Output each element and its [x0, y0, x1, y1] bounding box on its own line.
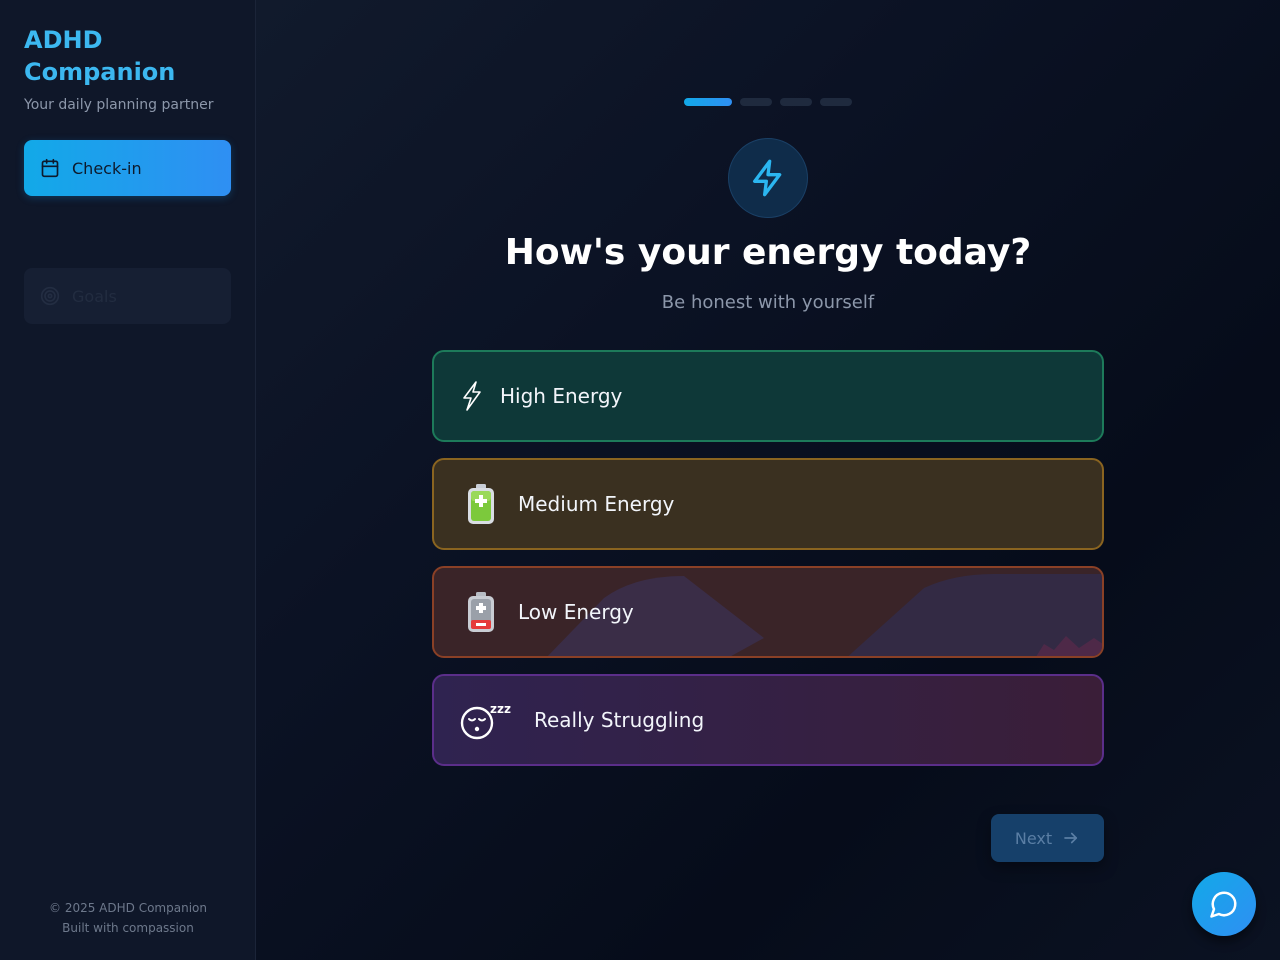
- main-panel: How's your energy today? Be honest with …: [256, 0, 1280, 960]
- calendar-icon: [40, 158, 60, 178]
- step-progress: [684, 98, 852, 106]
- next-button-label: Next: [1014, 828, 1053, 848]
- battery-low-icon: [466, 591, 496, 633]
- energy-option-low[interactable]: Low Energy: [432, 566, 1104, 658]
- sidebar: ADHD Companion Your daily planning partn…: [0, 0, 256, 960]
- progress-step: [780, 98, 812, 106]
- energy-option-label: Medium Energy: [518, 492, 675, 516]
- footer-copyright: © 2025 ADHD Companion: [49, 901, 207, 915]
- footer-note: Built with compassion: [62, 921, 194, 935]
- sleeping-face-icon: zzz: [460, 700, 516, 740]
- progress-step-active: [684, 98, 732, 106]
- energy-option-label: High Energy: [500, 384, 623, 408]
- sidebar-item-goals[interactable]: Goals: [24, 268, 231, 324]
- app-root: ADHD Companion Your daily planning partn…: [0, 0, 1280, 960]
- energy-option-struggling[interactable]: zzz Really Struggling: [432, 674, 1104, 766]
- energy-option-label: Really Struggling: [534, 708, 705, 732]
- lightning-bolt-icon: [728, 138, 808, 218]
- chat-button[interactable]: [1192, 872, 1256, 936]
- target-icon: [40, 286, 60, 306]
- app-tagline: Your daily planning partner: [24, 97, 214, 113]
- sidebar-item-label: Goals: [72, 286, 117, 306]
- high-voltage-icon: [460, 380, 484, 412]
- energy-option-label: Low Energy: [518, 600, 634, 624]
- sidebar-item-check-in[interactable]: Check-in: [24, 140, 231, 196]
- next-button[interactable]: Next: [991, 814, 1104, 862]
- sidebar-item-label: Check-in: [72, 158, 142, 178]
- battery-full-icon: [466, 483, 496, 525]
- app-title: ADHD Companion: [24, 26, 176, 86]
- energy-option-high[interactable]: High Energy: [432, 350, 1104, 442]
- page-title: How's your energy today?: [504, 232, 1032, 273]
- svg-text:zzz: zzz: [490, 702, 511, 716]
- energy-option-medium[interactable]: Medium Energy: [432, 458, 1104, 550]
- progress-step: [740, 98, 772, 106]
- page-subtitle: Be honest with yourself: [661, 292, 875, 313]
- chat-bubble-icon: [1209, 889, 1239, 919]
- arrow-right-icon: [1062, 829, 1080, 847]
- progress-step: [820, 98, 852, 106]
